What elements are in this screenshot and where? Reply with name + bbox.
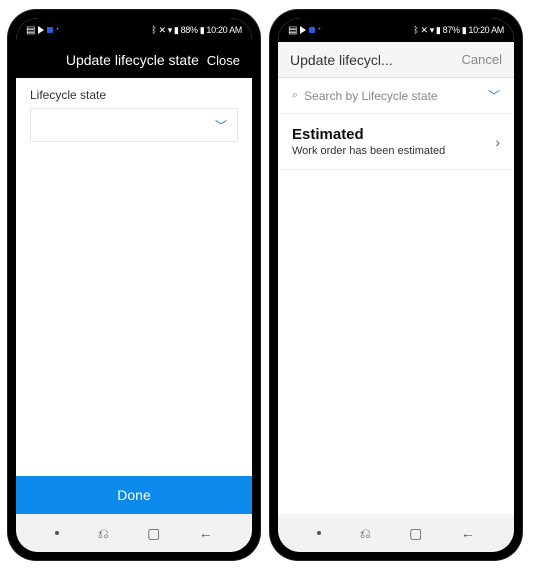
list-item[interactable]: Estimated Work order has been estimated … xyxy=(278,114,514,170)
mute-icon: ✕ xyxy=(420,25,427,36)
signal-icon: ▮ xyxy=(174,25,179,36)
search-input[interactable]: ⌕ Search by Lifecycle state ﹀ xyxy=(278,78,514,114)
gallery-icon: ▤ xyxy=(288,25,297,36)
play-store-icon xyxy=(38,26,44,34)
list-item-subtitle: Work order has been estimated xyxy=(292,145,495,157)
content-area: ⌕ Search by Lifecycle state ﹀ Estimated … xyxy=(278,78,514,514)
wifi-icon: ▾ xyxy=(430,25,434,36)
wifi-icon: ▾ xyxy=(168,25,172,36)
chevron-down-icon: ﹀ xyxy=(488,87,500,104)
lifecycle-state-dropdown[interactable]: ﹀ xyxy=(30,108,238,142)
list-item-title: Estimated xyxy=(292,126,495,143)
nav-recents-icon[interactable]: ⎌ xyxy=(98,525,109,542)
chevron-right-icon: › xyxy=(495,134,500,150)
nav-back-icon[interactable]: ← xyxy=(461,525,475,541)
battery-icon: ▮ xyxy=(200,25,205,36)
header-title: Update lifecycle state xyxy=(58,52,207,68)
play-store-icon xyxy=(300,26,306,34)
battery-text: 87% xyxy=(443,25,460,35)
battery-text: 88% xyxy=(181,25,198,35)
app-header: Update lifecycl... Cancel xyxy=(278,42,514,78)
field-label: Lifecycle state xyxy=(16,78,252,108)
signal-icon: ▮ xyxy=(436,25,441,36)
chevron-down-icon: ﹀ xyxy=(215,117,227,134)
battery-icon: ▮ xyxy=(462,25,467,36)
status-bar: ▤ • ᛒ ✕ ▾ ▮ 87% ▮ 10:20 AM xyxy=(278,18,514,42)
app-icon xyxy=(309,27,315,33)
phone-screen: ▤ • ᛒ ✕ ▾ ▮ 87% ▮ 10:20 AM Update lifecy… xyxy=(278,18,514,552)
phone-frame-right: ▤ • ᛒ ✕ ▾ ▮ 87% ▮ 10:20 AM Update lifecy… xyxy=(270,10,522,560)
nav-recents-icon[interactable]: ⎌ xyxy=(360,525,371,542)
nav-bar: ⎌ ▢ ← xyxy=(16,514,252,552)
status-bar: ▤ • ᛒ ✕ ▾ ▮ 88% ▮ 10:20 AM xyxy=(16,18,252,42)
nav-dot xyxy=(317,531,321,535)
app-icon xyxy=(47,27,53,33)
done-button[interactable]: Done xyxy=(16,476,252,514)
search-placeholder: Search by Lifecycle state xyxy=(304,89,488,103)
dot-icon: • xyxy=(56,27,58,33)
nav-back-icon[interactable]: ← xyxy=(199,525,213,541)
cancel-button[interactable]: Cancel xyxy=(462,52,502,67)
mute-icon: ✕ xyxy=(158,25,165,36)
nav-home-icon[interactable]: ▢ xyxy=(409,525,422,542)
done-label: Done xyxy=(117,487,150,503)
header-title: Update lifecycl... xyxy=(290,52,462,68)
bluetooth-icon: ᛒ xyxy=(151,25,156,35)
content-area: Lifecycle state ﹀ xyxy=(16,78,252,476)
gallery-icon: ▤ xyxy=(26,25,35,36)
nav-dot xyxy=(55,531,59,535)
phone-screen: ▤ • ᛒ ✕ ▾ ▮ 88% ▮ 10:20 AM Update lifecy… xyxy=(16,18,252,552)
bluetooth-icon: ᛒ xyxy=(413,25,418,35)
clock-text: 10:20 AM xyxy=(468,25,504,35)
nav-home-icon[interactable]: ▢ xyxy=(147,525,160,542)
clock-text: 10:20 AM xyxy=(206,25,242,35)
nav-bar: ⎌ ▢ ← xyxy=(278,514,514,552)
dot-icon: • xyxy=(318,27,320,33)
close-button[interactable]: Close xyxy=(207,53,240,68)
search-icon: ⌕ xyxy=(292,89,298,102)
app-header: Update lifecycle state Close xyxy=(16,42,252,78)
phone-frame-left: ▤ • ᛒ ✕ ▾ ▮ 88% ▮ 10:20 AM Update lifecy… xyxy=(8,10,260,560)
